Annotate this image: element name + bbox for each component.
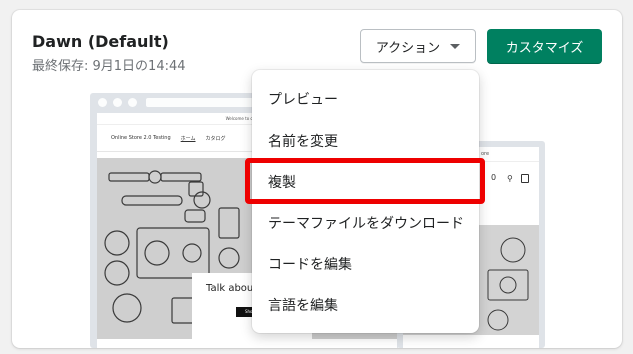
search-icon: ⚲ — [507, 174, 513, 183]
menu-item-edit-code[interactable]: コードを編集 — [268, 254, 352, 274]
menu-item-preview[interactable]: プレビュー — [268, 89, 338, 109]
menu-item-edit-languages[interactable]: 言語を編集 — [268, 295, 338, 315]
nav-item-home: ホーム — [180, 135, 196, 142]
customize-button[interactable]: カスタマイズ — [487, 29, 602, 64]
menu-item-download-theme[interactable]: テーマファイルをダウンロード — [268, 213, 464, 233]
actions-button-label: アクション — [375, 40, 441, 56]
store-name: Online Store 2.0 Testing — [111, 135, 171, 141]
nav-item-catalog: カタログ — [205, 135, 226, 142]
browser-dots — [98, 98, 137, 107]
last-saved-text: 最終保存: 9月1日の14:44 — [32, 59, 186, 74]
menu-item-rename[interactable]: 名前を変更 — [268, 131, 338, 151]
theme-name: Dawn (Default) — [32, 32, 169, 51]
customize-button-label: カスタマイズ — [505, 41, 584, 56]
mobile-cart-count: 0 — [491, 173, 497, 182]
actions-button[interactable]: アクション — [360, 29, 476, 63]
chevron-down-icon — [450, 43, 461, 49]
cart-icon — [521, 174, 529, 183]
duplicate-highlight-box — [245, 158, 485, 204]
